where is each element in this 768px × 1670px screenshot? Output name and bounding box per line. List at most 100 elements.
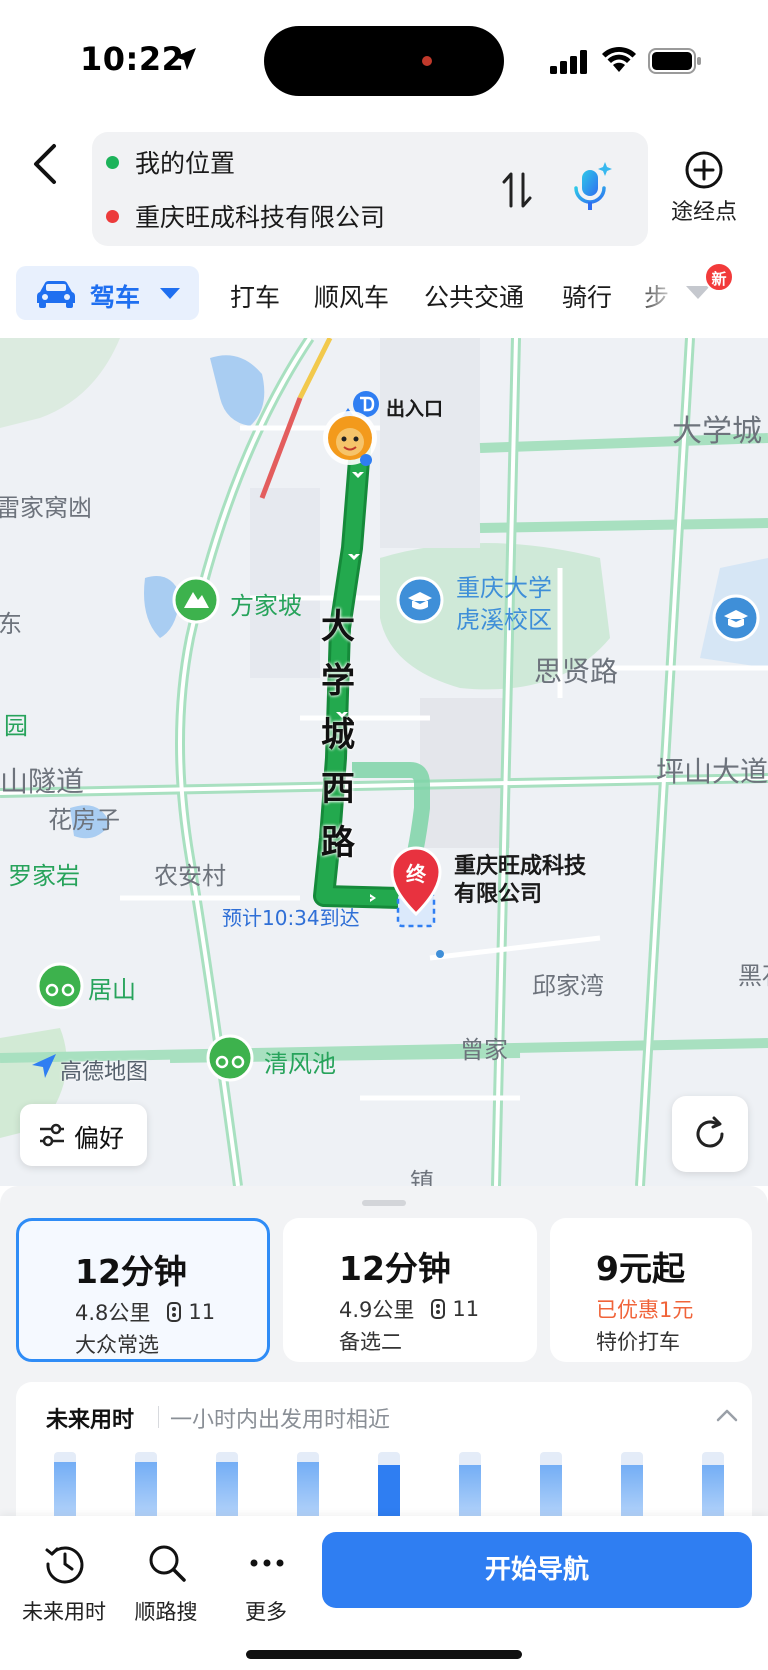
tab-transit[interactable]: 公共交通: [424, 278, 524, 314]
map-label-qingfengchi: 清风池: [264, 1050, 336, 1078]
route-input-panel: 我的位置 重庆旺成科技有限公司: [92, 132, 648, 246]
dynamic-island: [264, 26, 504, 96]
future-time-bar-fill: [702, 1465, 724, 1522]
more-label: 更多: [245, 1600, 287, 1624]
cellular-signal-icon: [550, 50, 587, 74]
future-time-bar-fill: [540, 1465, 562, 1522]
future-time-bar[interactable]: [621, 1452, 643, 1522]
taxi-discount: 已优惠1元: [596, 1298, 694, 1322]
tab-taxi[interactable]: 打车: [230, 278, 280, 314]
refresh-button[interactable]: [672, 1096, 748, 1172]
search-along-label: 顺路搜: [134, 1600, 198, 1624]
map-label-zhen: 镇: [410, 1168, 434, 1186]
map-label-yuan: 园: [4, 712, 28, 740]
map-label-heishi: 黑石: [738, 962, 768, 990]
route-1-lights: 11: [188, 1300, 216, 1324]
voice-mic-icon[interactable]: [572, 162, 612, 212]
map-label-huafangzi: 花房子: [48, 806, 120, 834]
future-time-bar[interactable]: [135, 1452, 157, 1522]
clock-history-icon: [45, 1546, 84, 1584]
new-badge: 新: [704, 262, 734, 292]
map-label-zengjia: 曾家: [460, 1036, 508, 1064]
taxi-price: 9元起: [596, 1249, 685, 1288]
future-time-bar[interactable]: [54, 1452, 76, 1522]
search-along-button[interactable]: 顺路搜: [118, 1534, 214, 1634]
refresh-icon: [696, 1116, 724, 1148]
status-time: 10:22: [80, 40, 185, 78]
route-2-distance: 4.9公里: [339, 1298, 415, 1322]
future-time-bar-fill: [297, 1462, 319, 1522]
future-time-bar-fill: [459, 1465, 481, 1522]
future-time-bar[interactable]: [297, 1452, 319, 1522]
map-label-dong: 东: [0, 610, 22, 638]
route-2-tag: 备选二: [339, 1330, 402, 1354]
tab-drive-label: 驾车: [90, 283, 141, 312]
future-time-panel[interactable]: 未来用时 一小时内出发用时相近: [16, 1382, 752, 1522]
future-time-bar-fill: [54, 1462, 76, 1522]
map-label-tunnel: 山隧道: [0, 765, 85, 798]
future-time-bar-fill: [621, 1465, 643, 1522]
chevron-up-icon[interactable]: [716, 1408, 738, 1422]
add-waypoint-button[interactable]: 途经点: [664, 150, 744, 230]
future-time-bar[interactable]: [702, 1452, 724, 1522]
wifi-icon: [602, 46, 636, 72]
route-card-2[interactable]: 12分钟 4.9公里 11 备选二: [283, 1218, 537, 1362]
map-label-luojiayan: 罗家岩: [8, 862, 80, 890]
destination-dot: [106, 209, 119, 223]
taxi-card[interactable]: 9元起 已优惠1元 特价打车: [550, 1218, 752, 1362]
amap-logo-icon: [32, 1054, 56, 1078]
map-label-sixian-road: 思贤路: [534, 655, 619, 688]
future-time-bar[interactable]: [216, 1452, 238, 1522]
future-time-bar[interactable]: [378, 1452, 400, 1522]
route-card-1[interactable]: 12分钟 4.8公里 11 大众常选: [16, 1218, 270, 1362]
destination-field[interactable]: 重庆旺成科技有限公司: [106, 196, 385, 236]
future-time-button-label: 未来用时: [22, 1600, 106, 1624]
more-modes-icon[interactable]: [686, 286, 710, 299]
route-1-tag: 大众常选: [75, 1333, 159, 1357]
route-1-distance: 4.8公里: [75, 1301, 151, 1325]
home-indicator: [246, 1650, 522, 1659]
eta-tip: 预计10:34到达: [222, 906, 360, 930]
map-label-fangjiapo: 方家坡: [230, 592, 302, 620]
dropdown-caret-icon: [160, 288, 180, 299]
route-2-lights: 11: [452, 1297, 480, 1321]
sheet-grabber[interactable]: [362, 1200, 406, 1206]
origin-text: 我的位置: [135, 149, 236, 178]
preference-label: 偏好: [74, 1124, 125, 1153]
battery-icon: [648, 48, 701, 74]
tab-drive[interactable]: 驾车: [16, 266, 199, 320]
bottom-toolbar: 未来用时 顺路搜 更多 开始导航: [0, 1516, 768, 1670]
more-button[interactable]: 更多: [218, 1534, 314, 1634]
map-label-university-1: 重庆大学: [456, 574, 552, 602]
route-1-meta: 4.8公里 11: [75, 1297, 215, 1327]
preference-button[interactable]: 偏好: [20, 1104, 147, 1166]
future-time-title: 未来用时: [46, 1408, 135, 1433]
waypoint-label: 途经点: [670, 200, 737, 225]
origin-dot: [106, 155, 119, 169]
back-chevron-icon[interactable]: [26, 142, 66, 186]
map-label-qiujiawan: 邱家湾: [532, 972, 604, 1000]
map-label-jushan: 居山: [88, 976, 136, 1004]
more-dots-icon: [250, 1559, 284, 1567]
future-time-bar[interactable]: [459, 1452, 481, 1522]
tab-bike[interactable]: 骑行: [562, 278, 612, 314]
origin-field[interactable]: 我的位置: [106, 142, 235, 182]
map-logo-text: 高德地图: [60, 1060, 149, 1085]
status-bar: 10:22: [0, 0, 768, 120]
car-icon: [37, 281, 75, 308]
start-navigation-button[interactable]: 开始导航: [322, 1532, 752, 1608]
destination-label-line2: 有限公司: [454, 882, 543, 907]
future-time-button[interactable]: 未来用时: [16, 1534, 112, 1634]
future-time-bar[interactable]: [540, 1452, 562, 1522]
map-label-nongan: 农安村: [154, 862, 226, 890]
tab-carpool[interactable]: 顺风车: [314, 278, 389, 314]
swap-icon[interactable]: [502, 170, 532, 210]
map-label-pingshan-ave: 坪山大道: [656, 755, 768, 788]
future-time-bar-fill: [135, 1462, 157, 1522]
end-marker-label: 终: [406, 862, 426, 886]
map-label-leijiawo: 雷家窝凼: [0, 494, 92, 522]
route-map[interactable]: 出入口 雷家窝凼 方家坡 重庆大学 虎溪校区 大学城 思贤路 山隧道 坪山大道 …: [0, 338, 768, 1186]
route-2-meta: 4.9公里 11: [339, 1294, 479, 1324]
camera-dot: [422, 56, 432, 66]
taxi-tag: 特价打车: [596, 1330, 680, 1354]
